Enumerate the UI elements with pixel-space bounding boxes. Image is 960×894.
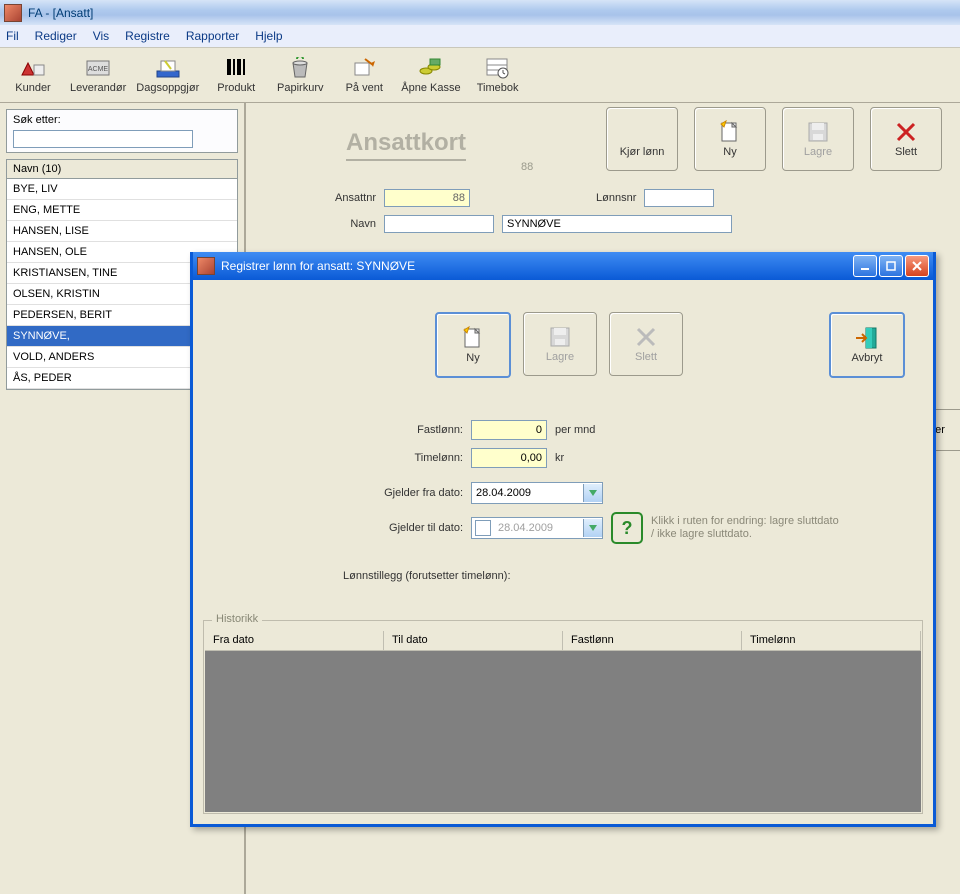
toolbar-paavent[interactable]: På vent — [337, 56, 391, 94]
menu-registre[interactable]: Registre — [125, 29, 170, 43]
exit-door-icon — [853, 326, 881, 350]
dialog-titlebar: Registrer lønn for ansatt: SYNNØVE — [193, 252, 933, 280]
list-item[interactable]: BYE, LIV — [7, 179, 237, 200]
toolbar-kunder[interactable]: Kunder — [6, 56, 60, 94]
timelonn-input[interactable] — [471, 448, 547, 468]
ansattnr-label: Ansattnr — [316, 192, 376, 204]
lonnsnr-input[interactable] — [644, 189, 714, 207]
toolbar-papirkurv[interactable]: Papirkurv — [273, 56, 327, 94]
historikk-group: Historikk Fra dato Til dato Fastlønn Tim… — [203, 620, 923, 814]
til-dato-combo[interactable] — [471, 517, 603, 539]
dagsoppgjor-icon — [154, 56, 182, 80]
save-icon — [804, 120, 832, 144]
save-icon — [546, 325, 574, 349]
til-dato-checkbox[interactable] — [475, 520, 491, 536]
lonnsnr-label: Lønnsnr — [596, 192, 636, 204]
delete-x-icon — [892, 120, 920, 144]
til-dato-hint: Klikk i ruten for endring: lagre sluttda… — [651, 515, 841, 541]
grid-header: Fra dato Til dato Fastlønn Timelønn — [205, 631, 921, 651]
kunder-icon — [19, 56, 47, 80]
search-input[interactable] — [13, 130, 193, 148]
svg-text:ACME: ACME — [88, 66, 109, 73]
card-title: Ansattkort — [346, 129, 466, 161]
fastlonn-input[interactable] — [471, 420, 547, 440]
help-icon[interactable]: ? — [611, 512, 643, 544]
list-item[interactable]: HANSEN, LISE — [7, 221, 237, 242]
menu-vis[interactable]: Vis — [93, 29, 109, 43]
navn-label: Navn — [316, 218, 376, 230]
fra-dato-label: Gjelder fra dato: — [343, 487, 463, 499]
fastlonn-label: Fastlønn: — [343, 424, 463, 436]
toolbar-produkt[interactable]: Produkt — [209, 56, 263, 94]
app-titlebar: FA - [Ansatt] — [0, 0, 960, 25]
toolbar-dagsoppgjor[interactable]: Dagsoppgjør — [136, 56, 199, 94]
lonnstillegg-label: Lønnstillegg (forutsetter timelønn): — [343, 570, 511, 582]
new-doc-icon — [716, 120, 744, 144]
historikk-grid[interactable]: Fra dato Til dato Fastlønn Timelønn — [205, 631, 921, 812]
menu-rapporter[interactable]: Rapporter — [186, 29, 239, 43]
til-dato-label: Gjelder til dato: — [343, 522, 463, 534]
navn-last-input[interactable] — [502, 215, 732, 233]
historikk-label: Historikk — [212, 613, 262, 625]
col-fra-dato[interactable]: Fra dato — [205, 631, 384, 651]
lagre-button[interactable]: Lagre — [782, 107, 854, 171]
toolbar-timebok[interactable]: Timebok — [471, 56, 525, 94]
dialog-slett-button[interactable]: Slett — [609, 312, 683, 376]
register-lonn-dialog: Registrer lønn for ansatt: SYNNØVE Ny La… — [190, 252, 936, 827]
list-item[interactable]: ENG, METTE — [7, 200, 237, 221]
delete-x-icon — [632, 325, 660, 349]
dialog-lagre-button[interactable]: Lagre — [523, 312, 597, 376]
col-til-dato[interactable]: Til dato — [384, 631, 563, 651]
col-fastlonn[interactable]: Fastlønn — [563, 631, 742, 651]
timebok-icon — [484, 56, 512, 80]
chevron-down-icon[interactable] — [583, 519, 602, 537]
menu-fil[interactable]: Fil — [6, 29, 19, 43]
run-icon — [628, 120, 656, 144]
dialog-title: Registrer lønn for ansatt: SYNNØVE — [221, 259, 415, 273]
toolbar: Kunder ACME Leverandør Dagsoppgjør Produ… — [0, 48, 960, 103]
ansattnr-input[interactable] — [384, 189, 470, 207]
kasse-icon — [417, 56, 445, 80]
dialog-app-icon — [197, 257, 215, 275]
app-title: FA - [Ansatt] — [28, 6, 93, 20]
dialog-avbryt-button[interactable]: Avbryt — [829, 312, 905, 378]
new-doc-icon — [459, 326, 487, 350]
dialog-close-button[interactable] — [905, 255, 929, 277]
dialog-maximize-button[interactable] — [879, 255, 903, 277]
timelonn-unit: kr — [555, 452, 564, 464]
fra-dato-combo[interactable] — [471, 482, 603, 504]
menu-hjelp[interactable]: Hjelp — [255, 29, 282, 43]
card-sub: 88 — [521, 161, 533, 173]
fastlonn-unit: per mnd — [555, 424, 595, 436]
dialog-minimize-button[interactable] — [853, 255, 877, 277]
search-box: Søk etter: — [6, 109, 238, 153]
toolbar-leverandor[interactable]: ACME Leverandør — [70, 56, 126, 94]
menu-rediger[interactable]: Rediger — [35, 29, 77, 43]
slett-button[interactable]: Slett — [870, 107, 942, 171]
col-timelonn[interactable]: Timelønn — [742, 631, 921, 651]
papirkurv-icon — [286, 56, 314, 80]
kjor-lonn-button[interactable]: Kjør lønn — [606, 107, 678, 171]
fra-dato-input[interactable] — [472, 484, 583, 502]
menubar: Fil Rediger Vis Registre Rapporter Hjelp — [0, 25, 960, 48]
ny-button[interactable]: Ny — [694, 107, 766, 171]
til-dato-input[interactable] — [494, 519, 583, 537]
paavent-icon — [350, 56, 378, 80]
toolbar-kasse[interactable]: Åpne Kasse — [401, 56, 460, 94]
dialog-ny-button[interactable]: Ny — [435, 312, 511, 378]
leverandor-icon: ACME — [84, 56, 112, 80]
search-label: Søk etter: — [13, 114, 231, 126]
timelonn-label: Timelønn: — [343, 452, 463, 464]
navn-first-input[interactable] — [384, 215, 494, 233]
produkt-icon — [222, 56, 250, 80]
list-header: Navn (10) — [6, 159, 238, 178]
app-icon — [4, 4, 22, 22]
chevron-down-icon[interactable] — [583, 484, 602, 502]
